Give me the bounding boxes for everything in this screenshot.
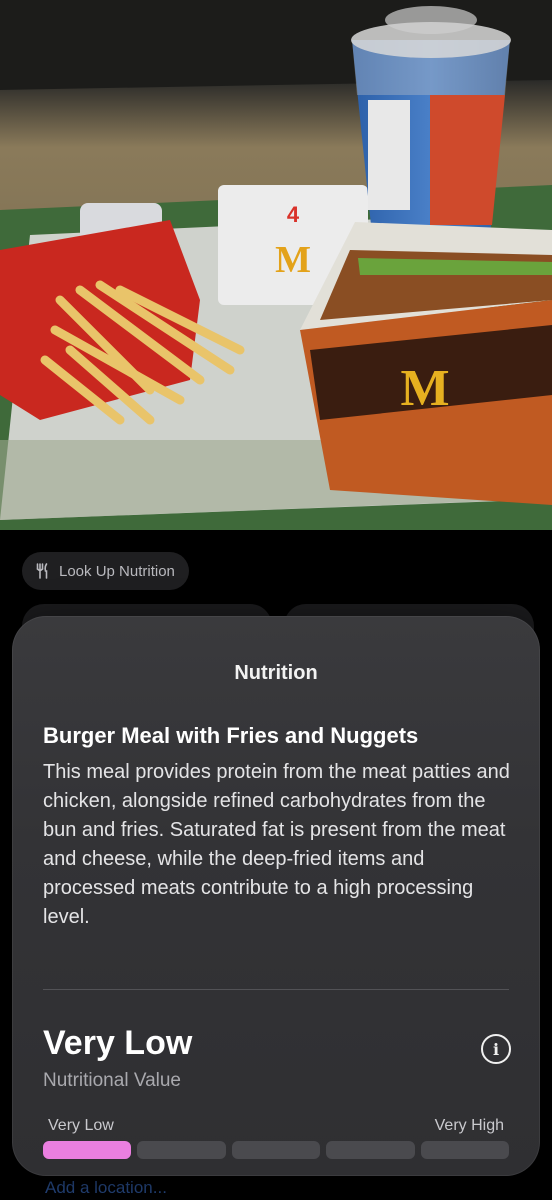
sheet-title: Nutrition [234,662,318,684]
nuggets-count-text: 4 [287,202,300,227]
add-location-link[interactable]: Add a location... [45,1178,167,1198]
nutritional-rating-label: Nutritional Value [43,1070,182,1091]
nutrition-sheet: Nutrition Burger Meal with Fries and Nug… [12,616,540,1176]
svg-text:M: M [400,360,449,417]
scale-min-label: Very Low [48,1117,114,1134]
scale-segment-active [43,1141,132,1159]
scale-max-label: Very High [434,1117,504,1134]
scale-segment [326,1141,415,1159]
nutrition-scale-bar [43,1141,510,1159]
look-up-nutrition-label: Look Up Nutrition [59,562,175,580]
scale-segment [231,1141,321,1159]
svg-text:M: M [275,239,311,281]
divider [43,989,509,990]
fork-knife-icon [36,563,49,579]
look-up-nutrition-button[interactable]: Look Up Nutrition [22,552,189,590]
meal-title: Burger Meal with Fries and Nuggets [43,723,419,748]
scale-segment [137,1141,226,1159]
info-icon[interactable]: i [481,1034,511,1064]
meal-photo: 4 M M [0,0,552,530]
meal-description: This meal provides protein from the meat… [43,761,510,928]
nutritional-rating-value: Very Low [43,1024,193,1062]
scale-segment [420,1141,510,1159]
